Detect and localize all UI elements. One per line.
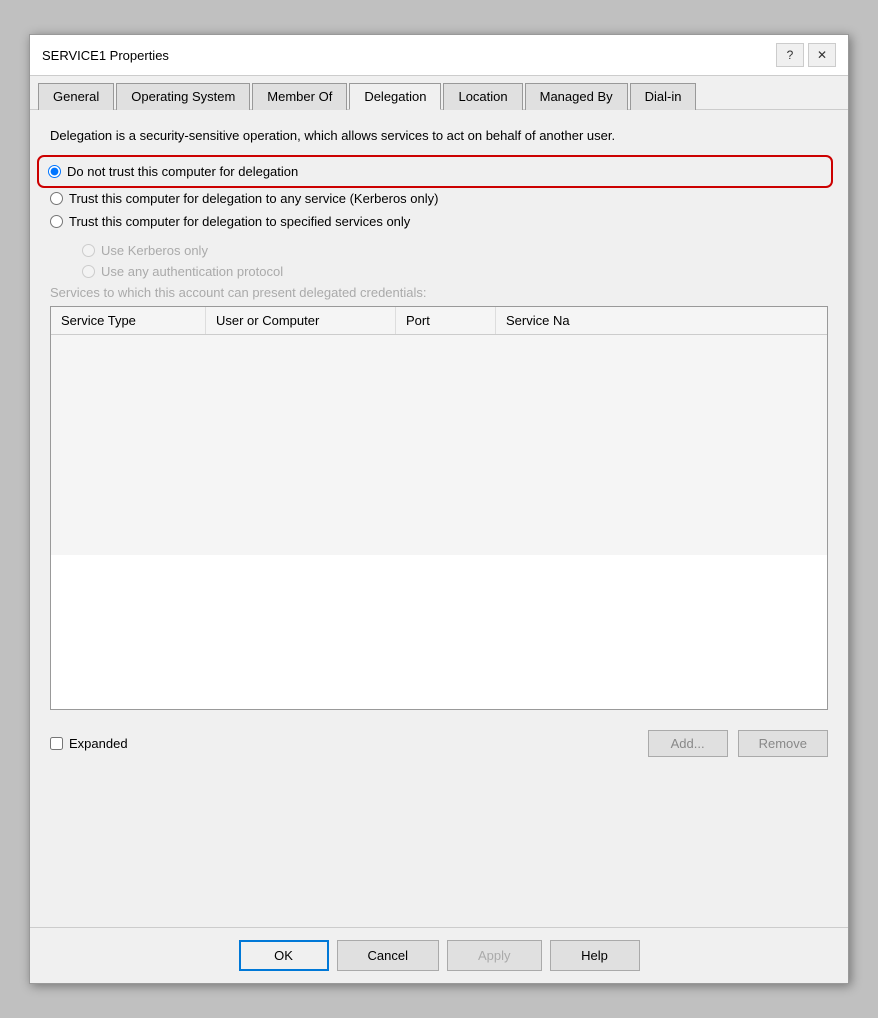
radio-no-trust-label: Do not trust this computer for delegatio… [67, 164, 298, 179]
tab-managed-by[interactable]: Managed By [525, 83, 628, 110]
tab-general[interactable]: General [38, 83, 114, 110]
sub-radio-kerberos [82, 244, 95, 257]
radio-trust-any-input[interactable] [50, 192, 63, 205]
radio-trust-any[interactable]: Trust this computer for delegation to an… [50, 191, 828, 206]
sub-radio-kerberos-label: Use Kerberos only [101, 243, 208, 258]
help-footer-button[interactable]: Help [550, 940, 640, 971]
sub-option-kerberos: Use Kerberos only [82, 243, 828, 258]
close-button[interactable]: ✕ [808, 43, 836, 67]
tab-content: Delegation is a security-sensitive opera… [30, 110, 848, 927]
radio-trust-specified[interactable]: Trust this computer for delegation to sp… [50, 214, 828, 229]
title-bar: SERVICE1 Properties ? ✕ [30, 35, 848, 76]
tab-location[interactable]: Location [443, 83, 522, 110]
tab-member-of[interactable]: Member Of [252, 83, 347, 110]
col-header-service-name: Service Na [496, 307, 827, 334]
services-description-label: Services to which this account can prese… [50, 285, 828, 300]
window-title: SERVICE1 Properties [42, 48, 169, 63]
help-button[interactable]: ? [776, 43, 804, 67]
sub-radio-any-protocol-label: Use any authentication protocol [101, 264, 283, 279]
dialog-window: SERVICE1 Properties ? ✕ General Operatin… [29, 34, 849, 984]
col-header-user-computer: User or Computer [206, 307, 396, 334]
radio-trust-any-label: Trust this computer for delegation to an… [69, 191, 438, 206]
table-body [51, 335, 827, 555]
services-table: Service Type User or Computer Port Servi… [50, 306, 828, 710]
expanded-checkbox-label[interactable]: Expanded [50, 736, 638, 751]
sub-options-group: Use Kerberos only Use any authentication… [82, 243, 828, 279]
apply-button[interactable]: Apply [447, 940, 542, 971]
title-bar-buttons: ? ✕ [776, 43, 836, 67]
cancel-button[interactable]: Cancel [337, 940, 439, 971]
sub-radio-any-protocol [82, 265, 95, 278]
radio-no-trust[interactable]: Do not trust this computer for delegatio… [42, 160, 828, 183]
tab-dial-in[interactable]: Dial-in [630, 83, 697, 110]
col-header-service-type: Service Type [51, 307, 206, 334]
expanded-label-text: Expanded [69, 736, 128, 751]
radio-trust-specified-label: Trust this computer for delegation to sp… [69, 214, 410, 229]
table-header-row: Service Type User or Computer Port Servi… [51, 307, 827, 335]
remove-button[interactable]: Remove [738, 730, 828, 757]
sub-option-any-protocol: Use any authentication protocol [82, 264, 828, 279]
add-button[interactable]: Add... [648, 730, 728, 757]
title-bar-left: SERVICE1 Properties [42, 48, 169, 63]
tab-delegation[interactable]: Delegation [349, 83, 441, 110]
table-controls: Expanded Add... Remove [50, 730, 828, 757]
radio-trust-specified-input[interactable] [50, 215, 63, 228]
tab-operating-system[interactable]: Operating System [116, 83, 250, 110]
col-header-port: Port [396, 307, 496, 334]
tabs-bar: General Operating System Member Of Deleg… [30, 76, 848, 110]
radio-no-trust-input[interactable] [48, 165, 61, 178]
dialog-footer: OK Cancel Apply Help [30, 927, 848, 983]
ok-button[interactable]: OK [239, 940, 329, 971]
delegation-description: Delegation is a security-sensitive opera… [50, 126, 828, 146]
expanded-checkbox[interactable] [50, 737, 63, 750]
delegation-radio-group: Do not trust this computer for delegatio… [50, 160, 828, 229]
